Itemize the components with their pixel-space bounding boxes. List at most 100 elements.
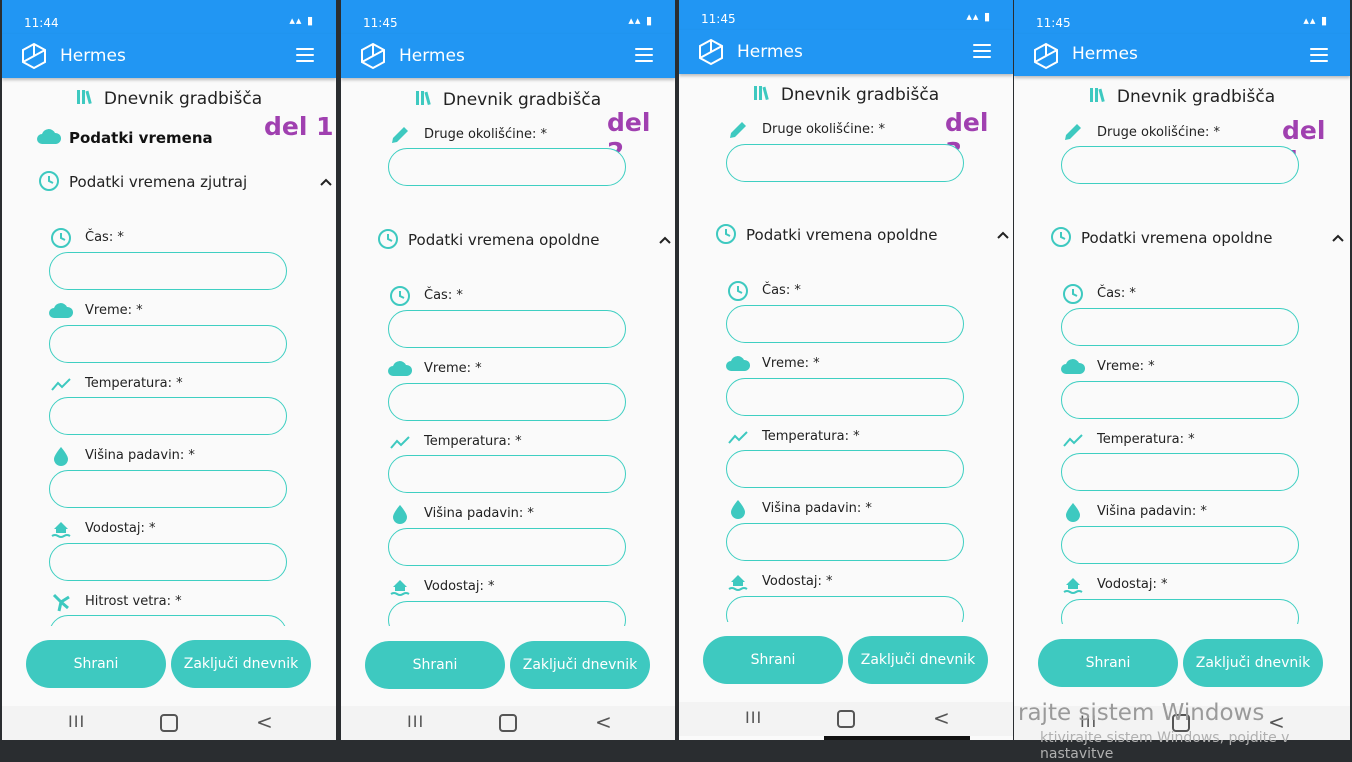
recent-apps-button[interactable]: III: [745, 708, 762, 727]
water-level-input[interactable]: [49, 543, 287, 581]
time-input[interactable]: [726, 305, 964, 343]
save-button[interactable]: Shrani: [365, 641, 505, 689]
flood-icon: [728, 575, 748, 591]
close-diary-button[interactable]: Zaključi dnevnik: [171, 640, 311, 688]
app-title: Hermes: [1072, 44, 1138, 64]
recent-apps-button[interactable]: III: [68, 712, 85, 731]
chevron-up-icon[interactable]: [996, 230, 1010, 240]
field-label-wind-speed: Hitrost vetra: *: [85, 594, 182, 609]
save-button[interactable]: Shrani: [26, 640, 166, 688]
app-bar: Hermes: [2, 34, 336, 78]
precipitation-input[interactable]: [388, 528, 626, 566]
precipitation-input[interactable]: [726, 523, 964, 561]
status-icons: ▴▴ ▮: [628, 14, 653, 27]
form-content[interactable]: Dnevnik gradbišča del 4 Druge okolišćine…: [1014, 76, 1350, 624]
wind-speed-input[interactable]: [49, 615, 287, 626]
recent-apps-button[interactable]: III: [407, 712, 424, 731]
menu-icon[interactable]: [635, 48, 653, 64]
weather-input[interactable]: [726, 378, 964, 416]
weather-input[interactable]: [49, 325, 287, 363]
form-content[interactable]: Dnevnik gradbišča del 2 Druge okolišćine…: [341, 78, 675, 626]
chevron-up-icon[interactable]: [1331, 233, 1345, 243]
other-circumstances-input[interactable]: [1061, 146, 1299, 184]
precipitation-input[interactable]: [1061, 526, 1299, 564]
status-icons: ▴▴ ▮: [1303, 14, 1328, 27]
close-diary-button[interactable]: Zaključi dnevnik: [848, 636, 988, 684]
books-icon: [76, 90, 92, 105]
menu-icon[interactable]: [296, 48, 314, 64]
field-label-water-level: Vodostaj: *: [424, 579, 495, 594]
clock-icon: [378, 229, 398, 249]
weather-input[interactable]: [1061, 381, 1299, 419]
field-label-precipitation: Višina padavin: *: [424, 506, 534, 521]
form-content[interactable]: Dnevnik gradbišča del 1 Podatki vremena …: [2, 78, 336, 626]
cloud-icon: [37, 129, 62, 144]
water-level-input[interactable]: [388, 601, 626, 626]
close-diary-button[interactable]: Zaključi dnevnik: [1183, 639, 1323, 687]
hermes-logo-icon: [361, 42, 385, 70]
system-nav-bar: III <: [2, 706, 336, 740]
hermes-logo-icon: [22, 42, 46, 70]
flood-icon: [390, 580, 410, 596]
trend-icon: [390, 436, 410, 449]
drop-icon: [54, 447, 68, 466]
page-title: Dnevnik gradbišča: [2, 88, 336, 109]
temperature-input[interactable]: [726, 450, 964, 488]
home-indicator: [824, 736, 970, 740]
app-title: Hermes: [737, 42, 803, 62]
weather-input[interactable]: [388, 383, 626, 421]
app-bar: Hermes: [679, 30, 1013, 74]
precipitation-input[interactable]: [49, 470, 287, 508]
app-title: Hermes: [60, 46, 126, 66]
back-button[interactable]: <: [933, 706, 950, 730]
home-button[interactable]: [837, 710, 855, 728]
field-label-water-level: Vodostaj: *: [762, 574, 833, 589]
field-label-other-circumstances: Druge okolišćine: *: [424, 127, 547, 142]
save-button[interactable]: Shrani: [1038, 639, 1178, 687]
chevron-up-icon[interactable]: [319, 177, 333, 187]
save-button[interactable]: Shrani: [703, 636, 843, 684]
back-button[interactable]: <: [595, 710, 612, 734]
close-diary-button[interactable]: Zaključi dnevnik: [510, 641, 650, 689]
subsection-header[interactable]: Podatki vremena opoldne: [408, 231, 671, 249]
field-label-water-level: Vodostaj: *: [1097, 577, 1168, 592]
other-circumstances-input[interactable]: [388, 148, 626, 186]
phone-screen-3: 11:45 ▴▴ ▮ Hermes Dnevnik gradbišča del …: [679, 0, 1013, 740]
time-input[interactable]: [388, 310, 626, 348]
water-level-input[interactable]: [726, 596, 964, 622]
app-bar: Hermes: [341, 34, 675, 78]
chevron-up-icon[interactable]: [658, 235, 672, 245]
home-button[interactable]: [160, 714, 178, 732]
field-label-weather: Vreme: *: [1097, 359, 1155, 374]
hermes-logo-icon: [699, 38, 723, 66]
menu-icon[interactable]: [973, 44, 991, 60]
water-level-input[interactable]: [1061, 599, 1299, 624]
time-input[interactable]: [1061, 308, 1299, 346]
clock-icon: [1063, 284, 1083, 304]
clock-icon: [39, 171, 59, 191]
time-input[interactable]: [49, 252, 287, 290]
status-time: 11:45: [1036, 16, 1071, 30]
status-bar: 11:44 ▴▴ ▮: [2, 0, 336, 34]
page-title: Dnevnik gradbišča: [679, 84, 1013, 105]
field-label-time: Čas: *: [762, 283, 801, 298]
menu-icon[interactable]: [1310, 48, 1328, 64]
other-circumstances-input[interactable]: [726, 144, 964, 182]
subsection-header[interactable]: Podatki vremena zjutraj: [69, 173, 332, 191]
field-label-precipitation: Višina padavin: *: [85, 448, 195, 463]
subsection-header[interactable]: Podatki vremena opoldne: [1081, 229, 1344, 247]
temperature-input[interactable]: [388, 455, 626, 493]
field-label-other-circumstances: Druge okolišćine: *: [762, 122, 885, 137]
books-icon: [1089, 88, 1105, 103]
part-label: del 1: [264, 112, 334, 141]
home-button[interactable]: [499, 714, 517, 732]
temperature-input[interactable]: [49, 397, 287, 435]
field-label-water-level: Vodostaj: *: [85, 521, 156, 536]
back-button[interactable]: <: [256, 710, 273, 734]
form-content[interactable]: Dnevnik gradbišča del 3 Druge okolišćine…: [679, 74, 1013, 622]
subsection-header[interactable]: Podatki vremena opoldne: [746, 226, 1009, 244]
temperature-input[interactable]: [1061, 453, 1299, 491]
field-label-temperature: Temperatura: *: [85, 376, 183, 391]
field-label-time: Čas: *: [424, 288, 463, 303]
clock-icon: [1051, 227, 1071, 247]
